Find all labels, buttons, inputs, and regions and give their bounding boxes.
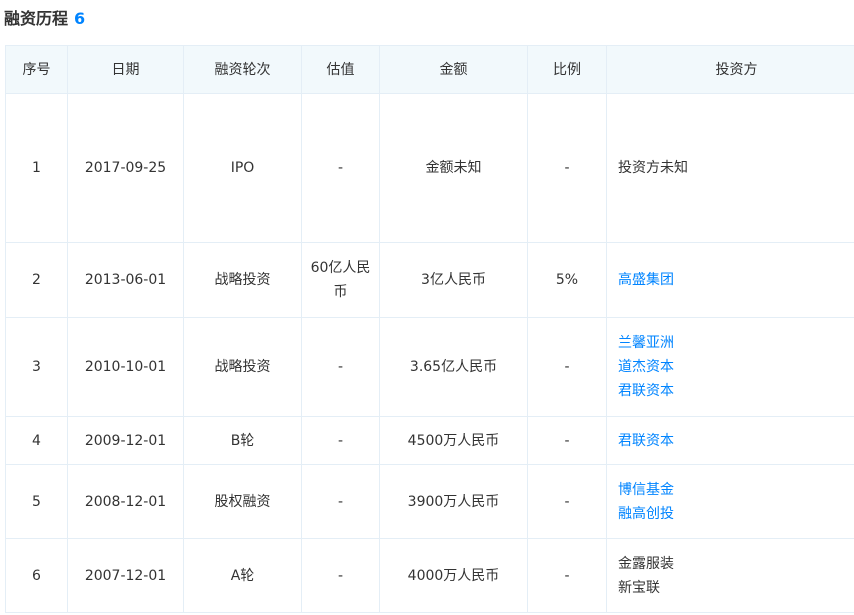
section-title-text: 融资历程 [4, 9, 69, 28]
table-row: 2 2013-06-01 战略投资 60亿人民币 3亿人民币 5% 高盛集团 [5, 242, 854, 318]
cell-investors: 金露服装 新宝联 [606, 538, 854, 613]
investor-link[interactable]: 高盛集团 [618, 268, 854, 292]
table-row: 3 2010-10-01 战略投资 - 3.65亿人民币 - 兰馨亚洲 道杰资本… [5, 317, 854, 417]
investor-link[interactable]: 融高创投 [618, 502, 854, 526]
cell-investors: 君联资本 [606, 416, 854, 465]
cell-date: 2013-06-01 [67, 242, 184, 318]
cell-investors: 投资方未知 [606, 93, 854, 243]
col-header-ratio: 比例 [527, 45, 607, 94]
cell-no: 5 [5, 464, 68, 539]
table-row: 5 2008-12-01 股权融资 - 3900万人民币 - 博信基金 融高创投 [5, 464, 854, 539]
investor-link[interactable]: 兰馨亚洲 [618, 331, 854, 355]
cell-valuation: - [301, 538, 380, 613]
cell-date: 2008-12-01 [67, 464, 184, 539]
cell-round: A轮 [183, 538, 302, 613]
investor-name: 投资方未知 [618, 160, 688, 176]
investor-link[interactable]: 君联资本 [618, 429, 854, 453]
cell-valuation: - [301, 317, 380, 417]
cell-valuation: - [301, 416, 380, 465]
cell-valuation: - [301, 93, 380, 243]
cell-amount: 4000万人民币 [379, 538, 528, 613]
table-row: 1 2017-09-25 IPO - 金额未知 - 投资方未知 [5, 93, 854, 243]
investor-link[interactable]: 君联资本 [618, 379, 854, 403]
financing-count-badge: 6 [74, 9, 86, 28]
cell-ratio: - [527, 464, 607, 539]
cell-no: 2 [5, 242, 68, 318]
investor-name: 金露服装 [618, 555, 674, 572]
cell-valuation: 60亿人民币 [301, 242, 380, 318]
table-row: 6 2007-12-01 A轮 - 4000万人民币 - 金露服装 新宝联 [5, 538, 854, 613]
investor-name: 新宝联 [618, 579, 660, 596]
cell-ratio: - [527, 416, 607, 465]
col-header-amount: 金额 [379, 45, 528, 94]
cell-no: 6 [5, 538, 68, 613]
cell-amount: 金额未知 [379, 93, 528, 243]
col-header-valuation: 估值 [301, 45, 380, 94]
financing-history-table: 序号 日期 融资轮次 估值 金额 比例 投资方 1 2017-09-25 IPO… [5, 45, 854, 613]
cell-no: 4 [5, 416, 68, 465]
cell-investors: 兰馨亚洲 道杰资本 君联资本 [606, 317, 854, 417]
cell-ratio: - [527, 317, 607, 417]
cell-amount: 4500万人民币 [379, 416, 528, 465]
col-header-date: 日期 [67, 45, 184, 94]
cell-investors: 博信基金 融高创投 [606, 464, 854, 539]
cell-date: 2010-10-01 [67, 317, 184, 417]
col-header-no: 序号 [5, 45, 68, 94]
cell-date: 2007-12-01 [67, 538, 184, 613]
investor-link[interactable]: 道杰资本 [618, 355, 854, 379]
cell-no: 1 [5, 93, 68, 243]
cell-amount: 3亿人民币 [379, 242, 528, 318]
col-header-investors: 投资方 [606, 45, 854, 94]
cell-round: 股权融资 [183, 464, 302, 539]
cell-ratio: 5% [527, 242, 607, 318]
table-row: 4 2009-12-01 B轮 - 4500万人民币 - 君联资本 [5, 416, 854, 465]
cell-amount: 3900万人民币 [379, 464, 528, 539]
cell-valuation: - [301, 464, 380, 539]
cell-round: IPO [183, 93, 302, 243]
cell-ratio: - [527, 538, 607, 613]
cell-no: 3 [5, 317, 68, 417]
cell-round: 战略投资 [183, 317, 302, 417]
table-header-row: 序号 日期 融资轮次 估值 金额 比例 投资方 [5, 45, 854, 94]
cell-round: 战略投资 [183, 242, 302, 318]
cell-round: B轮 [183, 416, 302, 465]
section-title: 融资历程 6 [4, 7, 85, 31]
investor-link[interactable]: 博信基金 [618, 478, 854, 502]
cell-date: 2017-09-25 [67, 93, 184, 243]
cell-investors: 高盛集团 [606, 242, 854, 318]
cell-amount: 3.65亿人民币 [379, 317, 528, 417]
cell-date: 2009-12-01 [67, 416, 184, 465]
col-header-round: 融资轮次 [183, 45, 302, 94]
cell-ratio: - [527, 93, 607, 243]
